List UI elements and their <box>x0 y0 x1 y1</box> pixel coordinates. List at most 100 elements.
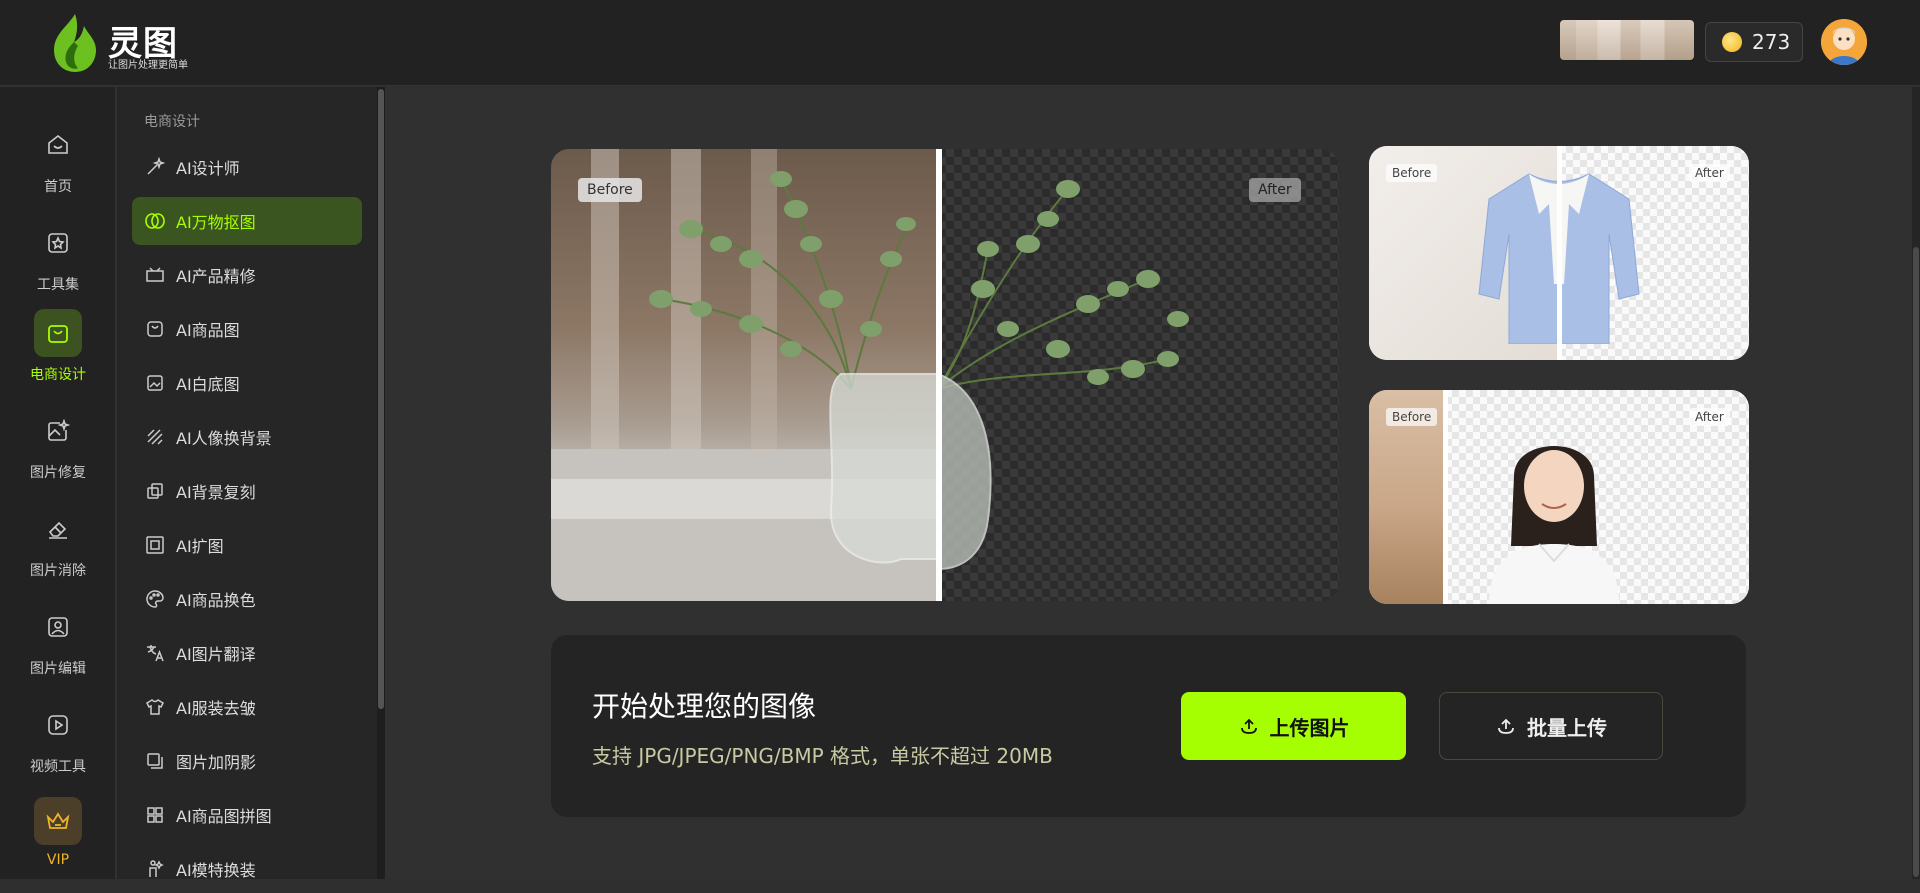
nav-image-edit-label: 图片编辑 <box>30 661 86 677</box>
shirt-before-badge: Before <box>1386 164 1438 182</box>
subnav-item-ai-portrait-bg[interactable]: AI人像换背景 <box>132 413 362 461</box>
nav-video-tools-label: 视频工具 <box>30 759 86 775</box>
subnav-label: AI模特换装 <box>176 861 256 880</box>
subnav-label: AI人像换背景 <box>176 429 272 448</box>
subnav-label: AI背景复刻 <box>176 483 256 502</box>
model-icon <box>144 858 166 880</box>
coin-balance[interactable]: 273 <box>1705 22 1803 62</box>
avatar-icon <box>1821 19 1867 65</box>
subnav-label: AI图片翻译 <box>176 645 256 664</box>
video-icon <box>34 701 82 749</box>
palette-icon <box>144 588 166 610</box>
vase-plant-before-illustration <box>551 149 939 601</box>
upload-panel: 开始处理您的图像 支持 JPG/JPEG/PNG/BMP 格式，单张不超过 20… <box>551 635 1746 817</box>
nav-vip[interactable]: VIP <box>0 797 116 887</box>
magic-wand-icon <box>144 156 166 178</box>
subnav-item-ai-dewrinkle[interactable]: AI服装去皱 <box>132 683 362 731</box>
nav-home[interactable]: 首页 <box>0 121 116 211</box>
user-avatar[interactable] <box>1821 19 1867 65</box>
subnav-label: AI扩图 <box>176 537 224 556</box>
cutout-icon <box>144 210 166 232</box>
portrait-compare-handle[interactable] <box>1443 390 1448 604</box>
portrait-illustration <box>1489 446 1619 604</box>
shopping-bag-icon <box>34 309 82 357</box>
vase-plant-after-illustration <box>937 180 1189 571</box>
nav-image-erase-label: 图片消除 <box>30 563 86 579</box>
hero-before-badge: Before <box>578 178 642 202</box>
brand-logo[interactable]: 灵图 让图片处理更简单 <box>48 12 198 74</box>
shadow-icon <box>144 750 166 772</box>
subnav-item-add-shadow[interactable]: 图片加阴影 <box>132 737 362 785</box>
subnav-item-ai-bg-copy[interactable]: AI背景复刻 <box>132 467 362 515</box>
upload-icon <box>1240 718 1257 734</box>
brand-tagline: 让图片处理更简单 <box>108 60 188 71</box>
subnav-item-ai-expand[interactable]: AI扩图 <box>132 521 362 569</box>
hero-after-badge: After <box>1249 178 1301 202</box>
nav-image-repair[interactable]: 图片修复 <box>0 407 116 497</box>
upload-title: 开始处理您的图像 <box>592 690 817 723</box>
expand-icon <box>144 534 166 556</box>
subnav-item-ai-outfit[interactable]: AI模特换装 <box>132 845 362 893</box>
nav-vip-label: VIP <box>46 852 70 868</box>
subnav-item-ai-designer[interactable]: AI设计师 <box>132 143 362 191</box>
flame-logo-icon <box>54 14 96 72</box>
nav-ecommerce-label: 电商设计 <box>30 367 86 383</box>
sample-shirt-comparison[interactable]: Before After <box>1369 146 1749 360</box>
translate-icon <box>144 642 166 664</box>
nav-home-label: 首页 <box>44 179 72 195</box>
toolbox-icon <box>34 219 82 267</box>
subnav-label: AI万物抠图 <box>176 213 256 232</box>
white-bg-icon <box>144 372 166 394</box>
nav-toolbox-label: 工具集 <box>37 277 79 293</box>
hero-compare-handle[interactable] <box>936 149 942 601</box>
nav-image-erase[interactable]: 图片消除 <box>0 505 116 595</box>
nav-video-tools[interactable]: 视频工具 <box>0 701 116 791</box>
image-repair-icon <box>34 407 82 455</box>
shirt-after-badge: After <box>1689 164 1730 182</box>
portrait-before-badge: Before <box>1386 408 1438 426</box>
shirt-compare-handle[interactable] <box>1557 146 1562 360</box>
upload-format-hint: 支持 JPG/JPEG/PNG/BMP 格式，单张不超过 20MB <box>592 744 1053 768</box>
page-scrollbar-thumb[interactable] <box>1913 247 1919 877</box>
subnav-item-ai-translate[interactable]: AI图片翻译 <box>132 629 362 677</box>
subnav-heading: 电商设计 <box>144 114 200 130</box>
shirt-icon <box>144 696 166 718</box>
subnav-label: AI白底图 <box>176 375 240 394</box>
subnav-item-ai-cutout[interactable]: AI万物抠图 <box>132 197 362 245</box>
subnav-item-ai-white-bg[interactable]: AI白底图 <box>132 359 362 407</box>
subnav-label: AI商品图拼图 <box>176 807 272 826</box>
subnav-label: AI产品精修 <box>176 267 256 286</box>
subnav-item-ai-recolor[interactable]: AI商品换色 <box>132 575 362 623</box>
batch-upload-button[interactable]: 批量上传 <box>1439 692 1663 760</box>
nav-toolbox[interactable]: 工具集 <box>0 219 116 309</box>
product-bag-icon <box>144 318 166 340</box>
nav-ecommerce[interactable]: 电商设计 <box>0 309 116 399</box>
hero-comparison: Before After <box>551 149 1339 601</box>
subnav-label: AI服装去皱 <box>176 699 256 718</box>
subnav-item-ai-retouch[interactable]: AI产品精修 <box>132 251 362 299</box>
coin-count: 273 <box>1752 30 1791 54</box>
nav-image-edit[interactable]: 图片编辑 <box>0 603 116 693</box>
subnav-scrollbar[interactable] <box>377 87 385 879</box>
batch-upload-label: 批量上传 <box>1527 715 1607 740</box>
copy-icon <box>144 480 166 502</box>
nav-image-repair-label: 图片修复 <box>30 465 86 481</box>
upload-image-label: 上传图片 <box>1269 715 1350 740</box>
coin-icon <box>1722 32 1742 52</box>
subnav-scrollbar-thumb[interactable] <box>378 89 384 709</box>
upload-icon <box>1498 718 1514 734</box>
subnav-item-ai-collage[interactable]: AI商品图拼图 <box>132 791 362 839</box>
stripes-icon <box>144 426 166 448</box>
primary-nav: 首页 工具集 电商设计 图片修复 图片消除 图片编辑 视频工具 VIP <box>0 87 116 879</box>
portrait-after-badge: After <box>1689 408 1730 426</box>
retouch-icon <box>144 264 166 286</box>
subnav-label: AI商品换色 <box>176 591 256 610</box>
hero-after-image: After <box>937 149 1339 601</box>
page-scrollbar[interactable] <box>1912 87 1920 879</box>
subnav-label: AI设计师 <box>176 159 240 178</box>
upload-image-button[interactable]: 上传图片 <box>1181 692 1406 760</box>
subnav-item-ai-product-image[interactable]: AI商品图 <box>132 305 362 353</box>
subnav-label: 图片加阴影 <box>176 753 257 772</box>
username-blurred[interactable] <box>1560 20 1694 60</box>
sample-portrait-comparison[interactable]: Before After <box>1369 390 1749 604</box>
